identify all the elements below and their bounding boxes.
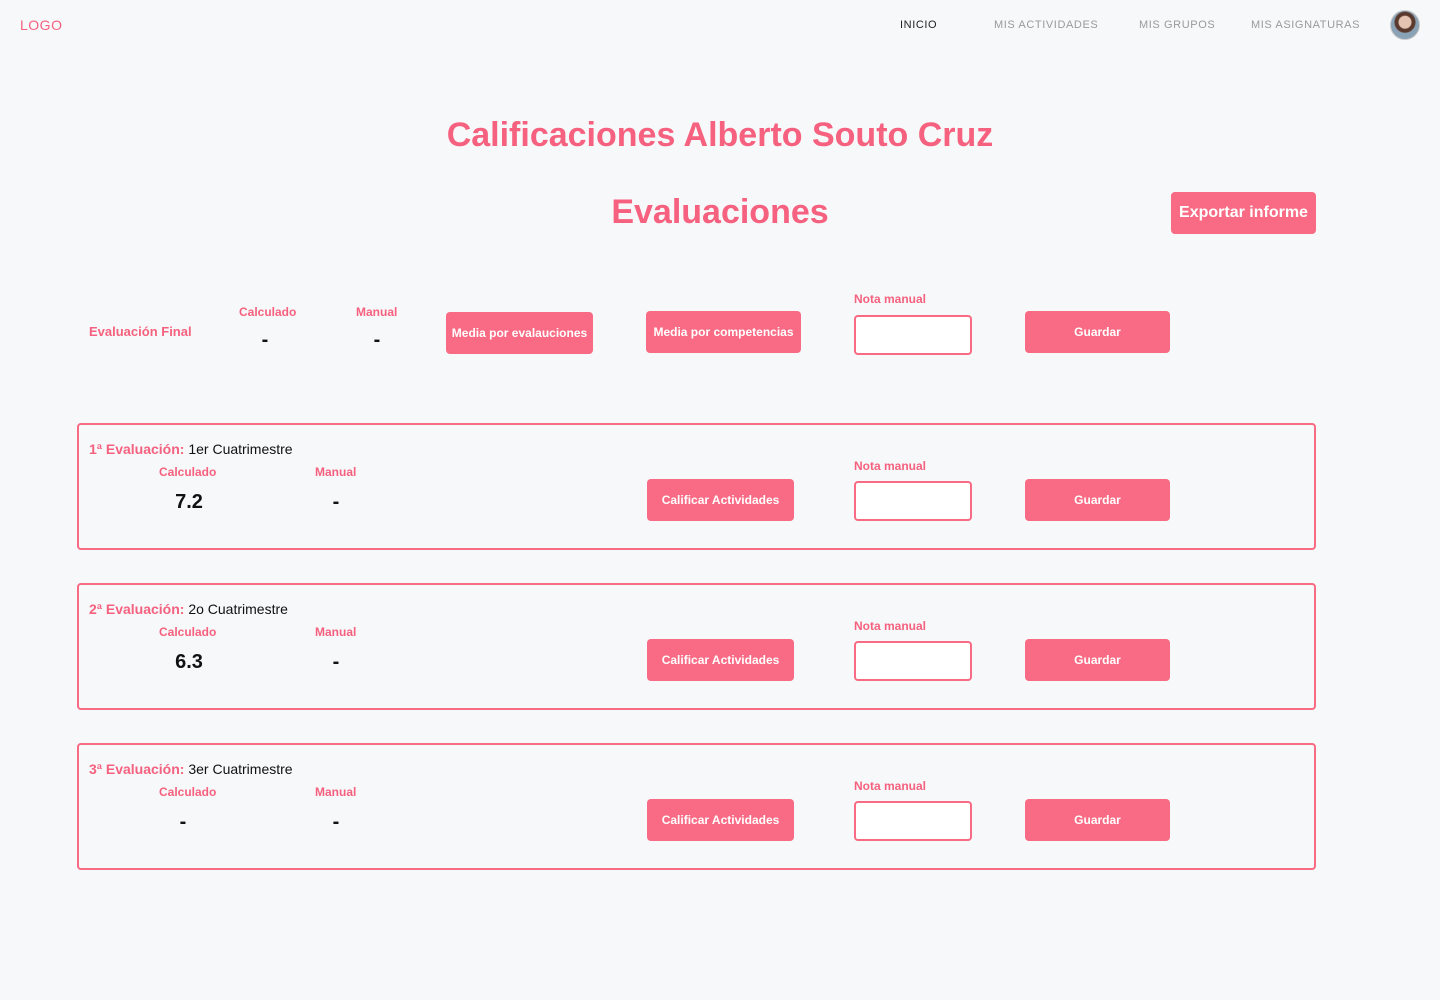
- average-by-evaluations-button[interactable]: Media por evalauciones: [446, 312, 593, 354]
- calculated-label: Calculado: [159, 785, 217, 799]
- export-report-button[interactable]: Exportar informe: [1171, 192, 1316, 234]
- save-button[interactable]: Guardar: [1025, 479, 1170, 521]
- manual-label: Manual: [356, 305, 398, 319]
- page-title: Calificaciones Alberto Souto Cruz: [446, 116, 994, 154]
- manual-value: -: [332, 811, 340, 833]
- final-evaluation-label: Evaluación Final: [89, 324, 192, 339]
- evaluation-prefix: 3ª Evaluación:: [89, 761, 185, 777]
- save-button[interactable]: Guardar: [1025, 639, 1170, 681]
- manual-grade-label: Nota manual: [854, 779, 927, 793]
- evaluation-name: 1er Cuatrimestre: [188, 441, 293, 457]
- top-navigation-bar: LOGO INICIO MIS ACTIVIDADES MIS GRUPOS M…: [0, 0, 1440, 50]
- logo[interactable]: LOGO: [20, 17, 62, 33]
- calculated-label: Calculado: [159, 465, 217, 479]
- evaluation-title: 1ª Evaluación: 1er Cuatrimestre: [89, 441, 293, 457]
- evaluation-prefix: 1ª Evaluación:: [89, 441, 185, 457]
- evaluation-name: 2o Cuatrimestre: [188, 601, 288, 617]
- nav-item-mis-asignaturas[interactable]: MIS ASIGNATURAS: [1251, 19, 1360, 31]
- save-button[interactable]: Guardar: [1025, 311, 1170, 353]
- evaluation-title: 2ª Evaluación: 2o Cuatrimestre: [89, 601, 288, 617]
- manual-grade-label: Nota manual: [854, 459, 927, 473]
- evaluation-title: 3ª Evaluación: 3er Cuatrimestre: [89, 761, 293, 777]
- manual-label: Manual: [315, 625, 357, 639]
- calculated-value: 7.2: [175, 491, 203, 513]
- calculated-value: 6.3: [175, 651, 203, 673]
- manual-label: Manual: [315, 465, 357, 479]
- save-button[interactable]: Guardar: [1025, 799, 1170, 841]
- calculated-label: Calculado: [159, 625, 217, 639]
- manual-value: -: [373, 329, 381, 351]
- evaluation-card: 2ª Evaluación: 2o Cuatrimestre Calculado…: [77, 583, 1316, 710]
- calculated-value: -: [261, 329, 269, 351]
- evaluation-prefix: 2ª Evaluación:: [89, 601, 185, 617]
- evaluation-name: 3er Cuatrimestre: [188, 761, 293, 777]
- nav-item-inicio[interactable]: INICIO: [900, 19, 937, 31]
- grade-activities-button[interactable]: Calificar Actividades: [647, 639, 794, 681]
- grade-activities-button[interactable]: Calificar Actividades: [647, 799, 794, 841]
- manual-value: -: [332, 491, 340, 513]
- manual-grade-input[interactable]: [854, 481, 972, 521]
- nav-item-mis-grupos[interactable]: MIS GRUPOS: [1139, 19, 1215, 31]
- manual-grade-label: Nota manual: [854, 619, 927, 633]
- nav-item-mis-actividades[interactable]: MIS ACTIVIDADES: [994, 19, 1098, 31]
- user-avatar-icon[interactable]: [1390, 10, 1420, 40]
- manual-grade-input[interactable]: [854, 801, 972, 841]
- calculated-label: Calculado: [239, 305, 297, 319]
- evaluation-card: 3ª Evaluación: 3er Cuatrimestre Calculad…: [77, 743, 1316, 870]
- manual-grade-label: Nota manual: [854, 292, 927, 306]
- manual-label: Manual: [315, 785, 357, 799]
- grade-activities-button[interactable]: Calificar Actividades: [647, 479, 794, 521]
- evaluation-card: 1ª Evaluación: 1er Cuatrimestre Calculad…: [77, 423, 1316, 550]
- average-by-competencies-button[interactable]: Media por competencias: [646, 311, 801, 353]
- manual-grade-input[interactable]: [854, 641, 972, 681]
- calculated-value: -: [179, 811, 187, 833]
- manual-grade-input[interactable]: [854, 315, 972, 355]
- manual-value: -: [332, 651, 340, 673]
